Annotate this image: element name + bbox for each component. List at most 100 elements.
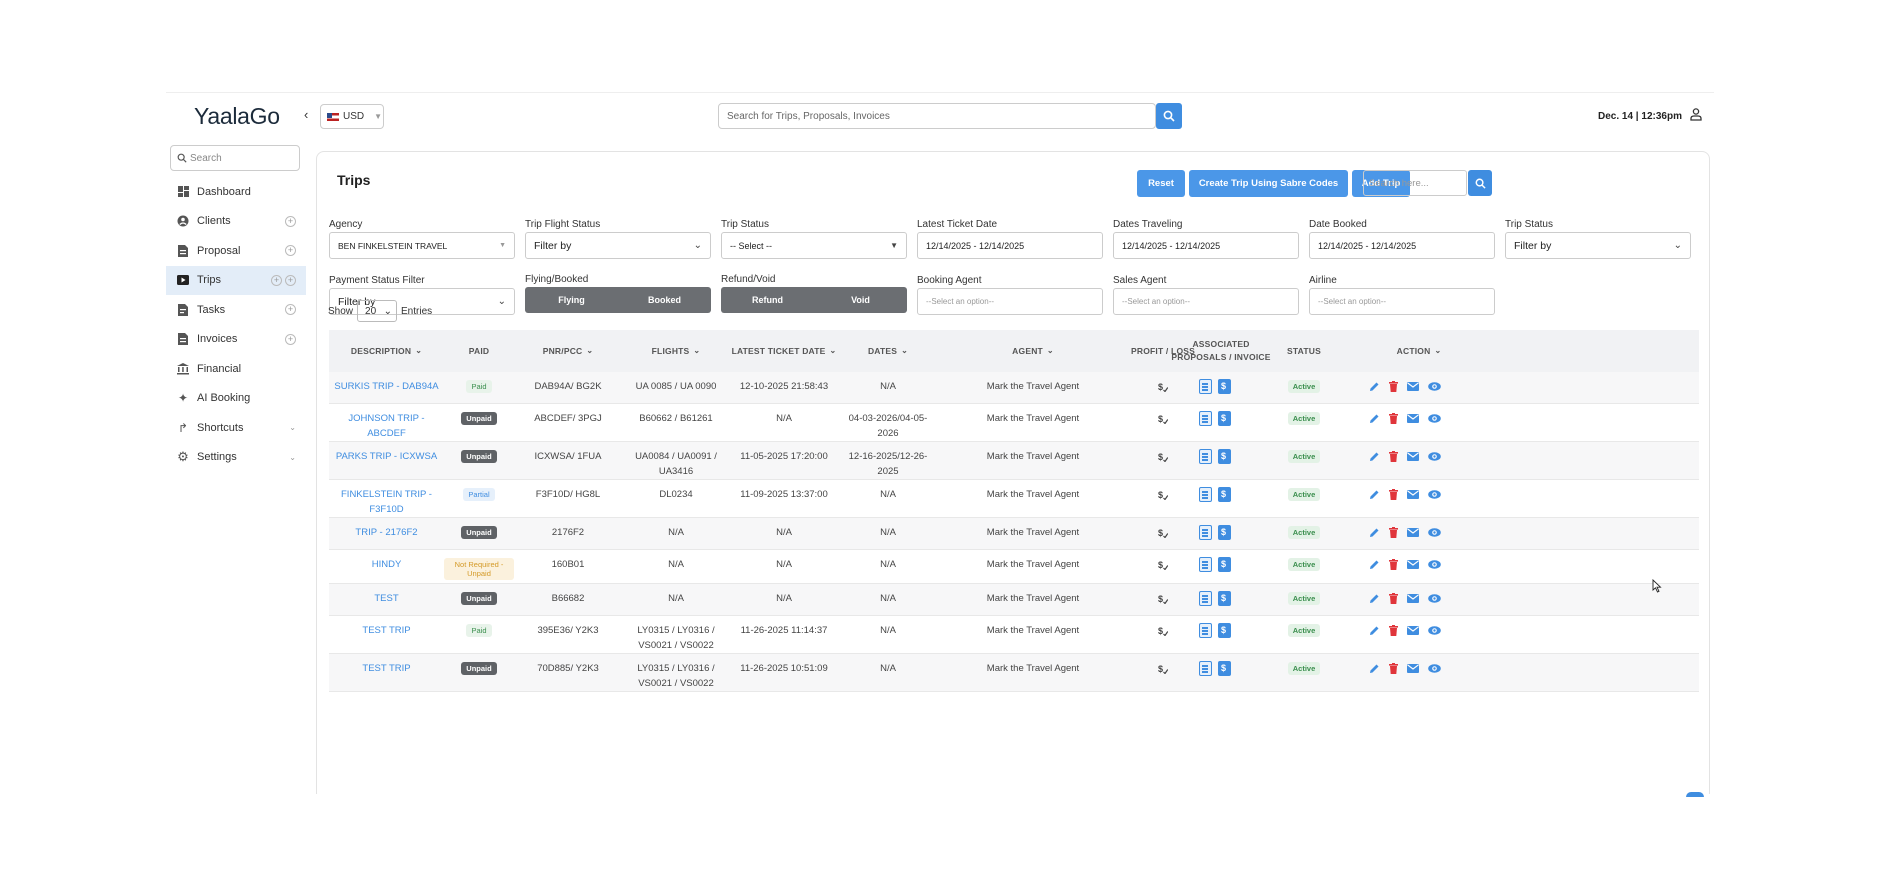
trip-status-2-select[interactable]: Filter by ⌄ xyxy=(1505,232,1691,259)
sidebar-item-financial[interactable]: Financial xyxy=(166,354,306,384)
add-client-icon[interactable]: + xyxy=(285,215,296,227)
table-row[interactable]: HINDY Not Required - Unpaid 160B01 N/A N/A N/… xyxy=(329,550,1699,584)
trip-status-select[interactable]: -- Select -- ▼ xyxy=(721,232,907,259)
add-trip-secondary-icon[interactable]: + xyxy=(285,274,296,286)
delete-icon[interactable] xyxy=(1389,663,1398,680)
profit-loss-icon[interactable]: $ xyxy=(1128,527,1198,544)
edit-icon[interactable] xyxy=(1369,489,1380,506)
profit-loss-icon[interactable]: $ xyxy=(1128,625,1198,642)
create-trip-sabre-button[interactable]: Create Trip Using Sabre Codes xyxy=(1189,170,1348,197)
sidebar-item-shortcuts[interactable]: ↱ Shortcuts ⌄ xyxy=(166,413,306,443)
edit-icon[interactable] xyxy=(1369,593,1380,610)
sidebar-item-proposal[interactable]: Proposal + xyxy=(166,236,306,266)
view-icon[interactable] xyxy=(1428,664,1441,679)
table-row[interactable]: TEST Unpaid B66682 N/A N/A N/A Mark the Travel… xyxy=(329,584,1699,616)
profit-loss-icon[interactable]: $ xyxy=(1128,413,1198,430)
flying-toggle-option[interactable]: Flying xyxy=(525,287,618,313)
view-icon[interactable] xyxy=(1428,414,1441,429)
profit-loss-icon[interactable]: $ xyxy=(1128,593,1198,610)
email-icon[interactable] xyxy=(1407,414,1419,429)
booked-toggle-option[interactable]: Booked xyxy=(618,287,711,313)
proposal-doc-icon[interactable] xyxy=(1199,379,1212,394)
invoice-doc-icon[interactable] xyxy=(1218,525,1231,540)
column-header-agent[interactable]: AGENT ⌄ xyxy=(938,330,1128,372)
dates-traveling-input[interactable]: 12/14/2025 - 12/14/2025 xyxy=(1113,232,1299,259)
add-task-icon[interactable]: + xyxy=(285,304,296,316)
delete-icon[interactable] xyxy=(1389,559,1398,576)
delete-icon[interactable] xyxy=(1389,451,1398,468)
edit-icon[interactable] xyxy=(1369,381,1380,398)
email-icon[interactable] xyxy=(1407,664,1419,679)
edit-icon[interactable] xyxy=(1369,559,1380,576)
column-header-latest-ticket-date[interactable]: LATEST TICKET DATE ⌄ xyxy=(730,330,838,372)
delete-icon[interactable] xyxy=(1389,527,1398,544)
email-icon[interactable] xyxy=(1407,528,1419,543)
trip-description-link[interactable]: TRIP - 2176F2 xyxy=(329,526,444,541)
column-header-flights[interactable]: FLIGHTS ⌄ xyxy=(622,330,730,372)
delete-icon[interactable] xyxy=(1389,489,1398,506)
proposal-doc-icon[interactable] xyxy=(1199,557,1212,572)
sidebar-item-invoices[interactable]: Invoices + xyxy=(166,325,306,355)
sidebar-collapse-icon[interactable]: ‹ xyxy=(304,107,308,122)
edit-icon[interactable] xyxy=(1369,625,1380,642)
global-search-input[interactable]: Search for Trips, Proposals, Invoices xyxy=(718,103,1156,129)
table-row[interactable]: JOHNSON TRIP - ABCDEF Unpaid ABCDEF/ 3PGJ B… xyxy=(329,404,1699,442)
email-icon[interactable] xyxy=(1407,626,1419,641)
sidebar-item-tasks[interactable]: Tasks + xyxy=(166,295,306,325)
delete-icon[interactable] xyxy=(1389,625,1398,642)
add-trip-icon[interactable]: + xyxy=(271,274,282,286)
chevron-down-icon[interactable]: ⌄ xyxy=(289,423,296,432)
profit-loss-icon[interactable]: $ xyxy=(1128,489,1198,506)
trip-description-link[interactable]: HINDY xyxy=(329,558,444,573)
refund-toggle-option[interactable]: Refund xyxy=(721,287,814,313)
sidebar-item-settings[interactable]: ⚙ Settings ⌄ xyxy=(166,443,306,473)
column-header-dates[interactable]: DATES ⌄ xyxy=(838,330,938,372)
trip-description-link[interactable]: TEST TRIP xyxy=(329,662,444,677)
view-icon[interactable] xyxy=(1428,626,1441,641)
email-icon[interactable] xyxy=(1407,560,1419,575)
trip-description-link[interactable]: PARKS TRIP - ICXWSA xyxy=(329,450,444,465)
proposal-doc-icon[interactable] xyxy=(1199,525,1212,540)
sidebar-item-dashboard[interactable]: Dashboard xyxy=(166,177,306,207)
proposal-doc-icon[interactable] xyxy=(1199,411,1212,426)
table-search-input[interactable]: Search here... xyxy=(1363,170,1467,196)
proposal-doc-icon[interactable] xyxy=(1199,661,1212,676)
edit-icon[interactable] xyxy=(1369,413,1380,430)
table-row[interactable]: PARKS TRIP - ICXWSA Unpaid ICXWSA/ 1FUA UA0… xyxy=(329,442,1699,480)
app-logo[interactable]: YaalaGo xyxy=(194,103,280,130)
invoice-doc-icon[interactable] xyxy=(1218,591,1231,606)
edit-icon[interactable] xyxy=(1369,451,1380,468)
profit-loss-icon[interactable]: $ xyxy=(1128,381,1198,398)
invoice-doc-icon[interactable] xyxy=(1218,449,1231,464)
latest-ticket-date-input[interactable]: 12/14/2025 - 12/14/2025 xyxy=(917,232,1103,259)
date-booked-input[interactable]: 12/14/2025 - 12/14/2025 xyxy=(1309,232,1495,259)
invoice-doc-icon[interactable] xyxy=(1218,411,1231,426)
airline-select[interactable]: --Select an option-- xyxy=(1309,288,1495,315)
currency-select[interactable]: USD ▼ xyxy=(320,104,384,129)
sidebar-item-clients[interactable]: Clients + xyxy=(166,207,306,237)
user-icon[interactable] xyxy=(1689,107,1703,126)
table-row[interactable]: FINKELSTEIN TRIP - F3F10D Partial F3F10D/ … xyxy=(329,480,1699,518)
view-icon[interactable] xyxy=(1428,560,1441,575)
proposal-doc-icon[interactable] xyxy=(1199,623,1212,638)
table-row[interactable]: SURKIS TRIP - DAB94A Paid DAB94A/ BG2K UA 0… xyxy=(329,372,1699,404)
table-search-button[interactable] xyxy=(1468,170,1492,196)
edit-icon[interactable] xyxy=(1369,527,1380,544)
email-icon[interactable] xyxy=(1407,594,1419,609)
proposal-doc-icon[interactable] xyxy=(1199,591,1212,606)
email-icon[interactable] xyxy=(1407,490,1419,505)
invoice-doc-icon[interactable] xyxy=(1218,379,1231,394)
profit-loss-icon[interactable]: $ xyxy=(1128,663,1198,680)
profit-loss-icon[interactable]: $ xyxy=(1128,559,1198,576)
table-row[interactable]: TEST TRIP Unpaid 70D885/ Y2K3 LY0315 / LY03… xyxy=(329,654,1699,692)
email-icon[interactable] xyxy=(1407,382,1419,397)
booking-agent-select[interactable]: --Select an option-- xyxy=(917,288,1103,315)
trip-description-link[interactable]: JOHNSON TRIP - ABCDEF xyxy=(329,412,444,441)
trip-description-link[interactable]: TEST TRIP xyxy=(329,624,444,639)
void-toggle-option[interactable]: Void xyxy=(814,287,907,313)
column-header-pnr[interactable]: PNR/PCC ⌄ xyxy=(514,330,622,372)
sidebar-search-input[interactable]: Search xyxy=(170,145,300,171)
invoice-doc-icon[interactable] xyxy=(1218,487,1231,502)
column-header-action[interactable]: ACTION ⌄ xyxy=(1349,330,1489,372)
trip-description-link[interactable]: SURKIS TRIP - DAB94A xyxy=(329,380,444,395)
